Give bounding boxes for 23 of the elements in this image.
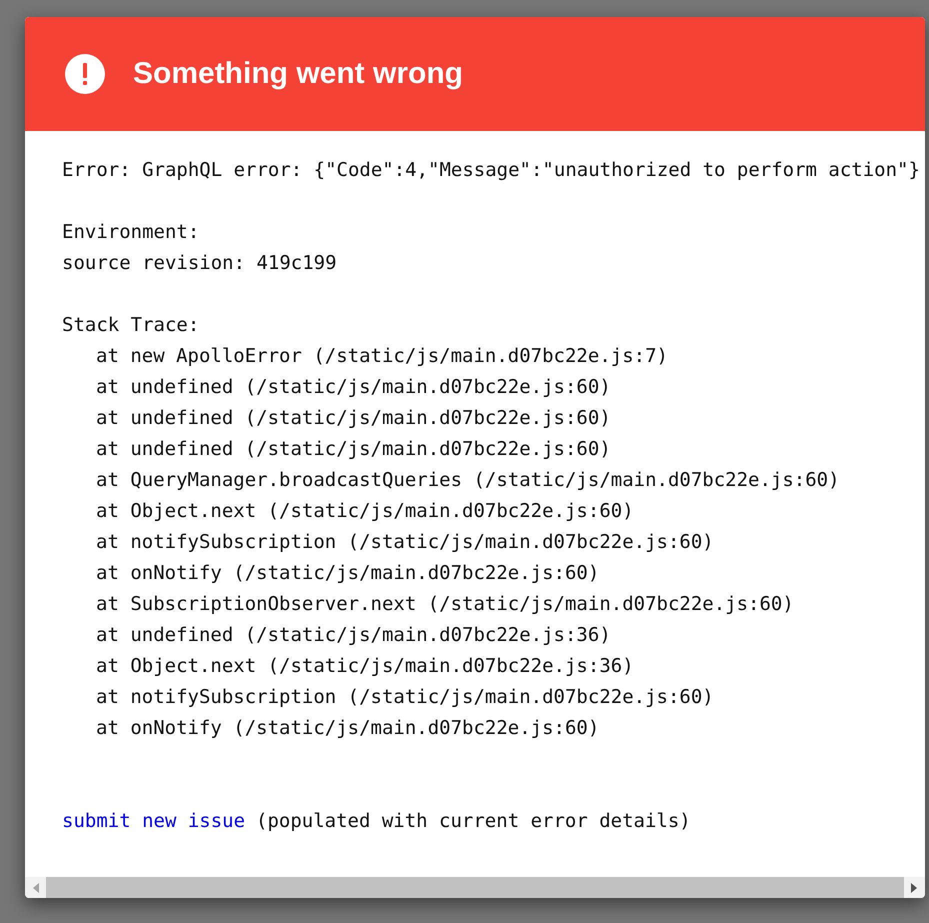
error-message: Error: GraphQL error: {"Code":4,"Message":"unauthorized to perform action"} bbox=[62, 158, 920, 183]
stack-frame: at undefined (/static/js/main.d07bc22e.js:60) bbox=[96, 403, 611, 434]
stack-frame: at undefined (/static/js/main.d07bc22e.js:36) bbox=[96, 620, 611, 651]
stack-frame: at QueryManager.broadcastQueries (/static/js/main.d07bc22e.js:60) bbox=[96, 465, 840, 496]
stack-frame: at onNotify (/static/js/main.d07bc22e.js:60) bbox=[96, 713, 600, 744]
environment-heading: Environment: bbox=[62, 220, 200, 245]
stack-frame: at Object.next (/static/js/main.d07bc22e.js:60) bbox=[96, 496, 634, 527]
scroll-left-icon[interactable] bbox=[32, 882, 40, 892]
dialog-title: Something went wrong bbox=[133, 57, 463, 91]
stack-frame: at new ApolloError (/static/js/main.d07bc22e.js:7) bbox=[96, 341, 668, 372]
submit-issue-link[interactable]: submit new issue bbox=[62, 806, 246, 837]
stack-frame: at notifySubscription (/static/js/main.d07bc22e.js:60) bbox=[96, 682, 714, 713]
stack-frame: at notifySubscription (/static/js/main.d07bc22e.js:60) bbox=[96, 527, 714, 558]
stack-trace-heading: Stack Trace: bbox=[62, 313, 200, 338]
alert-icon bbox=[65, 54, 105, 94]
source-revision: source revision: 419c199 bbox=[62, 251, 337, 276]
stack-frame: at Object.next (/static/js/main.d07bc22e.js:36) bbox=[96, 651, 634, 682]
stack-frame: at SubscriptionObserver.next (/static/js/main.d07bc22e.js:60) bbox=[96, 589, 794, 620]
stack-frame: at undefined (/static/js/main.d07bc22e.js:60) bbox=[96, 434, 611, 465]
stack-frame: at onNotify (/static/js/main.d07bc22e.js:60) bbox=[96, 558, 600, 589]
scroll-right-icon[interactable] bbox=[910, 882, 918, 892]
issue-note: (populated with current error details) bbox=[256, 809, 691, 834]
stack-frame: at undefined (/static/js/main.d07bc22e.js:60) bbox=[96, 372, 611, 403]
